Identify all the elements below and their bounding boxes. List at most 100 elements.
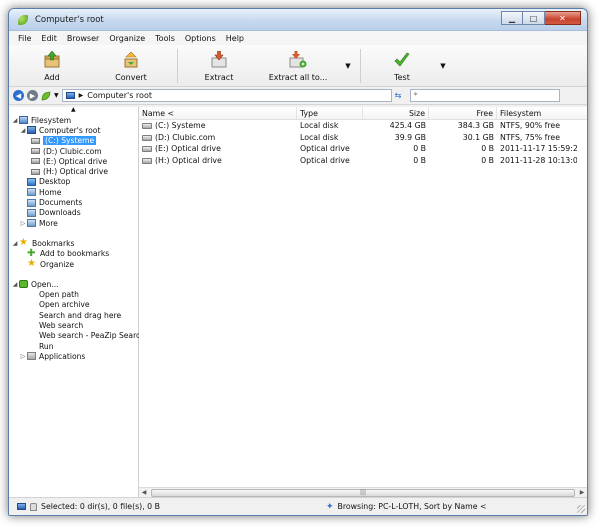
window-title: Computer's root: [35, 14, 104, 25]
table-row[interactable]: (H:) Optical drive Optical drive 0 B 0 B…: [139, 155, 587, 167]
refresh-icon[interactable]: ⇆: [395, 91, 407, 100]
tree-item-open-archive[interactable]: Open archive: [9, 300, 138, 310]
extract-label: Extract: [204, 73, 234, 82]
hard-drive-icon: [142, 123, 152, 130]
optical-drive-icon: [142, 157, 152, 164]
downloads-folder-icon: [27, 208, 36, 217]
menu-organize[interactable]: Organize: [104, 34, 150, 43]
menu-options[interactable]: Options: [180, 34, 221, 43]
lock-icon: [30, 502, 37, 511]
menu-tools[interactable]: Tools: [150, 34, 180, 43]
table-row[interactable]: (E:) Optical drive Optical drive 0 B 0 B…: [139, 143, 587, 155]
cell-filesystem: NTFS, 75% free: [500, 132, 561, 142]
collapse-icon[interactable]: ◢: [11, 240, 19, 247]
table-row[interactable]: (D:) Clubic.com Local disk 39.9 GB 30.1 …: [139, 132, 587, 144]
app-window: Computer's root ▁ □ ✕ File Edit Browser …: [8, 8, 588, 516]
search-placeholder: *: [413, 91, 418, 100]
forward-icon[interactable]: ▶: [27, 90, 38, 101]
scroll-track[interactable]: |||: [149, 488, 577, 497]
test-dropdown-arrow[interactable]: ▼: [437, 47, 449, 85]
desktop-icon: [27, 177, 36, 186]
tree-item-web-search-peazip[interactable]: Web search - PeaZip Search: [9, 331, 145, 341]
cell-type: Optical drive: [300, 155, 350, 165]
test-label: Test: [394, 73, 410, 82]
tree-item-search-drag[interactable]: Search and drag here: [9, 310, 138, 320]
extract-all-label: Extract all to...: [268, 73, 328, 82]
scroll-right-icon[interactable]: ▶: [577, 488, 587, 498]
peazip-leaf-icon[interactable]: [41, 90, 51, 101]
close-button[interactable]: ✕: [545, 11, 581, 25]
tree-item-open[interactable]: ◢ Open...: [9, 279, 138, 289]
tree-item-more[interactable]: ▷ More: [9, 218, 138, 228]
menu-file[interactable]: File: [13, 34, 36, 43]
file-list: Name < Type Size Free Filesystem (C:) Sy…: [139, 107, 587, 497]
tree-item-home[interactable]: Home: [9, 187, 138, 197]
tree-item-desktop[interactable]: Desktop: [9, 177, 138, 187]
tree-item-web-search[interactable]: Web search: [9, 320, 138, 330]
tree-item-drive-e[interactable]: (E:) Optical drive: [9, 156, 138, 166]
menu-browser[interactable]: Browser: [62, 34, 104, 43]
title-bar[interactable]: Computer's root ▁ □ ✕: [9, 9, 587, 31]
convert-button[interactable]: Convert: [91, 47, 171, 85]
toolbar: Add Convert Extract Extract all to... ▼ …: [9, 45, 587, 87]
history-dropdown-icon[interactable]: ▼: [54, 92, 59, 99]
column-filesystem[interactable]: Filesystem: [497, 107, 577, 119]
table-row[interactable]: (C:) Systeme Local disk 425.4 GB 384.3 G…: [139, 120, 587, 132]
extract-icon: [210, 50, 228, 69]
documents-folder-icon: [27, 198, 36, 207]
tree-item-drive-c[interactable]: (C:) Systeme: [9, 136, 138, 146]
test-button[interactable]: Test: [367, 47, 437, 85]
hard-drive-icon: [142, 134, 152, 141]
column-size[interactable]: Size: [363, 107, 429, 119]
extract-dropdown-arrow[interactable]: ▼: [342, 47, 354, 85]
tree-item-drive-d[interactable]: (D:) Clubic.com: [9, 146, 138, 156]
scroll-left-icon[interactable]: ◀: [139, 488, 149, 498]
tree-item-organize[interactable]: ★ Organize: [9, 259, 138, 269]
collapse-icon[interactable]: ◢: [11, 281, 19, 288]
tree-item-run[interactable]: Run: [9, 341, 138, 351]
computer-icon: [17, 503, 26, 510]
hard-drive-icon: [31, 148, 40, 155]
tree-item-open-path[interactable]: Open path: [9, 289, 138, 299]
tree-item-documents[interactable]: Documents: [9, 197, 138, 207]
cell-free: 30.1 GB: [462, 132, 494, 142]
back-icon[interactable]: ◀: [13, 90, 24, 101]
toolbar-separator-2: [360, 49, 361, 83]
column-name[interactable]: Name <: [139, 107, 297, 119]
checkmark-icon: [393, 51, 411, 69]
tree-item-computer-root[interactable]: ◢ Computer's root: [9, 125, 138, 135]
expand-icon[interactable]: ▷: [19, 220, 27, 227]
search-input[interactable]: *: [409, 89, 560, 102]
tree-item-filesystem[interactable]: ◢ Filesystem: [9, 115, 138, 125]
cell-size: 0 B: [413, 155, 426, 165]
maximize-button[interactable]: □: [523, 11, 545, 25]
add-archive-icon: [43, 50, 61, 69]
add-button[interactable]: Add: [13, 47, 91, 85]
address-field[interactable]: ▶ Computer's root: [61, 89, 392, 102]
optical-drive-icon: [31, 168, 40, 175]
collapse-icon[interactable]: ◢: [19, 127, 27, 134]
extract-all-button[interactable]: Extract all to...: [254, 47, 342, 85]
tree-item-downloads[interactable]: Downloads: [9, 208, 138, 218]
column-type[interactable]: Type: [297, 107, 363, 119]
menu-edit[interactable]: Edit: [36, 34, 62, 43]
optical-drive-icon: [142, 146, 152, 153]
peazip-leaf-icon: [17, 14, 29, 26]
computer-icon: [27, 126, 36, 135]
star-icon: ★: [27, 258, 36, 269]
expand-icon[interactable]: ▷: [19, 353, 27, 360]
cell-filesystem: 2011-11-28 10:13:02: [500, 155, 577, 165]
column-free[interactable]: Free: [429, 107, 497, 119]
extract-button[interactable]: Extract: [184, 47, 254, 85]
menu-help[interactable]: Help: [221, 34, 249, 43]
browse-arrow-icon: ✦: [325, 501, 334, 512]
resize-grip[interactable]: [577, 505, 585, 513]
scroll-thumb[interactable]: |||: [151, 488, 575, 497]
minimize-button[interactable]: ▁: [501, 11, 523, 25]
tree-collapse-icon[interactable]: ▲: [71, 106, 76, 113]
tree-item-applications[interactable]: ▷ Applications: [9, 351, 138, 361]
collapse-icon[interactable]: ◢: [11, 117, 19, 124]
horizontal-scrollbar[interactable]: ◀ ||| ▶: [139, 487, 587, 497]
main-area: ▲ ◢ Filesystem ◢ Computer's root (C:) Sy…: [9, 106, 587, 497]
tree-item-drive-h[interactable]: (H:) Optical drive: [9, 166, 138, 176]
